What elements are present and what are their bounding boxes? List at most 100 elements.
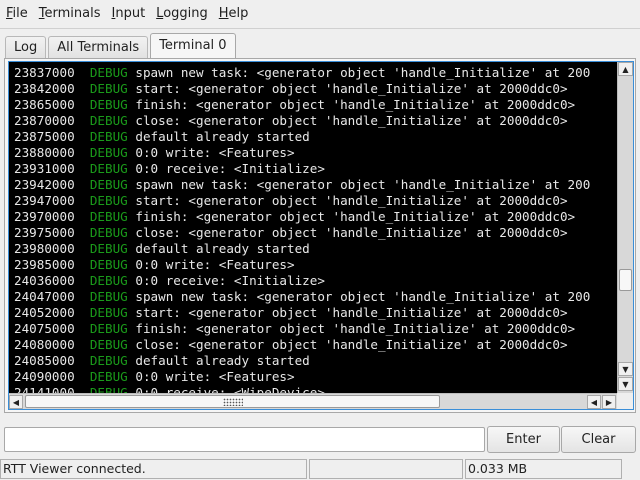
log-level: DEBUG xyxy=(89,289,128,304)
arrow-down-icon: ▼ xyxy=(622,364,629,374)
terminal-line: 23880000 DEBUG 0:0 write: <Features> xyxy=(14,145,618,161)
log-message: 0:0 write: <Features> xyxy=(135,145,295,160)
log-message: default already started xyxy=(135,353,310,368)
terminal-line: 23947000 DEBUG start: <generator object … xyxy=(14,193,618,209)
log-timestamp: 24036000 xyxy=(14,273,75,288)
tab-content-pane: 23837000 DEBUG spawn new task: <generato… xyxy=(4,58,636,413)
tab-log[interactable]: Log xyxy=(5,36,47,58)
scrollbar-corner xyxy=(617,393,633,409)
terminal-line: 23942000 DEBUG spawn new task: <generato… xyxy=(14,177,618,193)
arrow-left-icon: ◀ xyxy=(590,397,598,407)
status-middle xyxy=(309,459,463,479)
scroll-down-button[interactable]: ▼ xyxy=(618,362,633,376)
log-timestamp: 23975000 xyxy=(14,225,75,240)
log-level: DEBUG xyxy=(89,257,128,272)
terminal-line: 23837000 DEBUG spawn new task: <generato… xyxy=(14,65,618,81)
terminal-line: 23870000 DEBUG close: <generator object … xyxy=(14,113,618,129)
log-level: DEBUG xyxy=(89,113,128,128)
scroll-down-button-2[interactable]: ▼ xyxy=(618,377,633,391)
log-level: DEBUG xyxy=(89,321,128,336)
log-timestamp: 24141000 xyxy=(14,385,75,393)
log-timestamp: 23870000 xyxy=(14,113,75,128)
terminal-line: 24090000 DEBUG 0:0 write: <Features> xyxy=(14,369,618,385)
log-message: 0:0 write: <Features> xyxy=(135,257,295,272)
terminal-line: 23980000 DEBUG default already started xyxy=(14,241,618,257)
command-input[interactable] xyxy=(4,427,485,452)
terminal-line: 23875000 DEBUG default already started xyxy=(14,129,618,145)
menu-input[interactable]: Input xyxy=(108,3,150,25)
terminal-line: 24080000 DEBUG close: <generator object … xyxy=(14,337,618,353)
vertical-scrollbar[interactable]: ▲ ▼ ▼ xyxy=(617,62,633,393)
scroll-left-button[interactable]: ◀ xyxy=(9,395,23,409)
log-level: DEBUG xyxy=(89,385,128,393)
status-data-size: 0.033 MB xyxy=(465,459,622,479)
log-timestamp: 23880000 xyxy=(14,145,75,160)
log-message: close: <generator object 'handle_Initial… xyxy=(135,225,568,240)
log-level: DEBUG xyxy=(89,145,128,160)
log-message: spawn new task: <generator object 'handl… xyxy=(135,65,591,80)
log-message: 0:0 write: <Features> xyxy=(135,369,295,384)
log-timestamp: 23980000 xyxy=(14,241,75,256)
horizontal-scroll-thumb[interactable] xyxy=(25,395,440,408)
log-level: DEBUG xyxy=(89,129,128,144)
terminal-line: 24047000 DEBUG spawn new task: <generato… xyxy=(14,289,618,305)
scroll-left-button-2[interactable]: ◀ xyxy=(587,395,601,409)
scroll-right-button[interactable]: ▶ xyxy=(602,395,616,409)
log-level: DEBUG xyxy=(89,305,128,320)
log-timestamp: 24080000 xyxy=(14,337,75,352)
log-timestamp: 23970000 xyxy=(14,209,75,224)
log-message: start: <generator object 'handle_Initial… xyxy=(135,193,568,208)
terminal-line: 23975000 DEBUG close: <generator object … xyxy=(14,225,618,241)
log-timestamp: 24052000 xyxy=(14,305,75,320)
terminal-view[interactable]: 23837000 DEBUG spawn new task: <generato… xyxy=(8,61,634,410)
terminal-line: 24052000 DEBUG start: <generator object … xyxy=(14,305,618,321)
log-message: 0:0 receive: <Initialize> xyxy=(135,273,325,288)
arrow-right-icon: ▶ xyxy=(605,397,613,407)
tab-bar: Log All Terminals Terminal 0 xyxy=(5,33,238,58)
grip-icon xyxy=(223,398,243,406)
log-level: DEBUG xyxy=(89,97,128,112)
log-timestamp: 23985000 xyxy=(14,257,75,272)
menu-file[interactable]: File xyxy=(2,3,32,25)
log-level: DEBUG xyxy=(89,241,128,256)
log-level: DEBUG xyxy=(89,177,128,192)
log-timestamp: 23947000 xyxy=(14,193,75,208)
status-bar: RTT Viewer connected. 0.033 MB xyxy=(0,459,640,480)
log-timestamp: 24075000 xyxy=(14,321,75,336)
log-level: DEBUG xyxy=(89,337,128,352)
log-level: DEBUG xyxy=(89,369,128,384)
terminal-output[interactable]: 23837000 DEBUG spawn new task: <generato… xyxy=(9,62,618,393)
clear-button[interactable]: Clear xyxy=(561,426,636,453)
horizontal-scrollbar[interactable]: ◀ ◀ ▶ xyxy=(9,393,618,409)
log-timestamp: 23837000 xyxy=(14,65,75,80)
log-message: start: <generator object 'handle_Initial… xyxy=(135,305,568,320)
log-level: DEBUG xyxy=(89,353,128,368)
menu-bar: File Terminals Input Logging Help xyxy=(0,0,640,29)
log-level: DEBUG xyxy=(89,225,128,240)
terminal-line: 23931000 DEBUG 0:0 receive: <Initialize> xyxy=(14,161,618,177)
arrow-up-icon: ▲ xyxy=(622,64,629,74)
menu-logging[interactable]: Logging xyxy=(152,3,212,25)
terminal-line: 23842000 DEBUG start: <generator object … xyxy=(14,81,618,97)
arrow-down-icon: ▼ xyxy=(622,379,629,389)
vertical-scroll-thumb[interactable] xyxy=(619,269,632,291)
log-message: close: <generator object 'handle_Initial… xyxy=(135,113,568,128)
log-level: DEBUG xyxy=(89,65,128,80)
log-timestamp: 24047000 xyxy=(14,289,75,304)
scroll-up-button[interactable]: ▲ xyxy=(618,62,633,76)
log-level: DEBUG xyxy=(89,273,128,288)
enter-button[interactable]: Enter xyxy=(487,426,560,453)
log-timestamp: 23942000 xyxy=(14,177,75,192)
tab-terminal-0[interactable]: Terminal 0 xyxy=(150,33,236,58)
log-timestamp: 24085000 xyxy=(14,353,75,368)
log-message: 0:0 receive: <Initialize> xyxy=(135,161,325,176)
menu-help[interactable]: Help xyxy=(215,3,253,25)
tab-all-terminals[interactable]: All Terminals xyxy=(48,36,149,58)
terminal-line: 24036000 DEBUG 0:0 receive: <Initialize> xyxy=(14,273,618,289)
log-message: default already started xyxy=(135,129,310,144)
menu-terminals[interactable]: Terminals xyxy=(35,3,105,25)
log-message: close: <generator object 'handle_Initial… xyxy=(135,337,568,352)
terminal-line: 24075000 DEBUG finish: <generator object… xyxy=(14,321,618,337)
log-message: default already started xyxy=(135,241,310,256)
log-message: finish: <generator object 'handle_Initia… xyxy=(135,209,576,224)
